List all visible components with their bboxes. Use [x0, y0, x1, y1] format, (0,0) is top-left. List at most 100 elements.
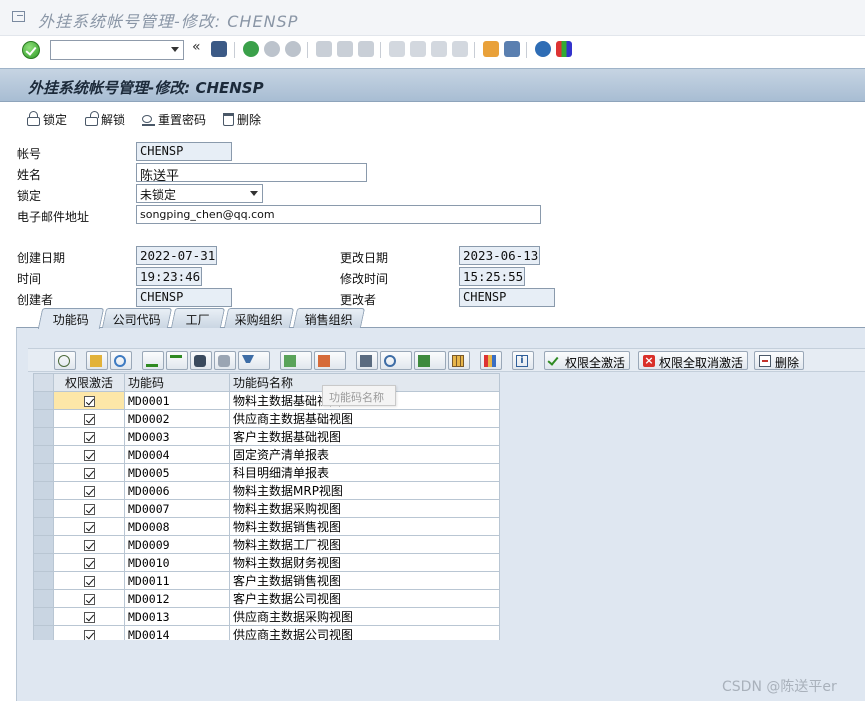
window-icon[interactable]	[12, 11, 25, 22]
function-code-cell[interactable]: MD0008	[124, 517, 230, 536]
row-selector[interactable]	[33, 553, 54, 572]
graphic-button[interactable]	[480, 351, 502, 370]
row-selector[interactable]	[33, 535, 54, 554]
first-page-icon[interactable]	[389, 41, 405, 57]
table-row[interactable]: MD0006 物料主数据MRP视图	[33, 481, 500, 500]
collapse-command-icon[interactable]: «	[192, 39, 201, 55]
help-icon[interactable]	[535, 41, 551, 57]
reset-password-button[interactable]: 重置密码	[142, 110, 206, 128]
active-checkbox[interactable]	[83, 449, 95, 461]
table-row[interactable]: MD0011 客户主数据销售视图	[33, 571, 500, 590]
next-page-icon[interactable]	[431, 41, 447, 57]
function-name-cell[interactable]: 物料主数据采购视图	[229, 499, 500, 518]
active-checkbox[interactable]	[83, 575, 95, 587]
last-page-icon[interactable]	[452, 41, 468, 57]
find-next-button[interactable]	[214, 351, 236, 370]
active-checkbox[interactable]	[83, 521, 95, 533]
find-icon[interactable]	[337, 41, 353, 57]
table-row[interactable]: MD0002 供应商主数据基础视图	[33, 409, 500, 428]
row-selector[interactable]	[33, 427, 54, 446]
layout-button[interactable]	[448, 351, 470, 370]
function-code-cell[interactable]: MD0012	[124, 589, 230, 608]
row-selector[interactable]	[33, 517, 54, 536]
active-checkbox[interactable]	[83, 413, 95, 425]
function-name-cell[interactable]: 客户主数据基础视图	[229, 427, 500, 446]
function-code-cell[interactable]: MD0002	[124, 409, 230, 428]
table-row[interactable]: MD0013 供应商主数据采购视图	[33, 607, 500, 626]
lock-button[interactable]: 锁定	[27, 110, 67, 128]
column-header-code[interactable]: 功能码	[124, 373, 230, 392]
save-icon[interactable]	[211, 41, 227, 57]
function-name-cell[interactable]: 供应商主数据基础视图	[229, 409, 500, 428]
unlock-button[interactable]: 解锁	[85, 110, 125, 128]
subtotal-button[interactable]	[314, 351, 346, 370]
active-checkbox-cell[interactable]	[53, 445, 125, 464]
function-code-cell[interactable]: MD0006	[124, 481, 230, 500]
function-code-cell[interactable]: MD0005	[124, 463, 230, 482]
new-session-icon[interactable]	[483, 41, 499, 57]
function-code-cell[interactable]: MD0011	[124, 571, 230, 590]
function-name-cell[interactable]: 客户主数据销售视图	[229, 571, 500, 590]
delete-row-button[interactable]: 删除	[754, 351, 805, 370]
table-row[interactable]: MD0004 固定资产清单报表	[33, 445, 500, 464]
function-code-cell[interactable]: MD0001	[124, 391, 230, 410]
find-next-icon[interactable]	[358, 41, 374, 57]
row-selector[interactable]	[33, 571, 54, 590]
tab-company-code[interactable]: 公司代码	[101, 308, 173, 328]
chevron-down-icon[interactable]	[250, 191, 258, 196]
print-icon[interactable]	[316, 41, 332, 57]
export-button[interactable]	[414, 351, 446, 370]
filter-button[interactable]	[238, 351, 270, 370]
table-row[interactable]: MD0005 科目明细清单报表	[33, 463, 500, 482]
function-name-cell[interactable]: 供应商主数据采购视图	[229, 607, 500, 626]
details-button[interactable]	[54, 351, 76, 370]
find-button[interactable]	[190, 351, 212, 370]
views-button[interactable]	[380, 351, 412, 370]
row-selector[interactable]	[33, 499, 54, 518]
active-checkbox-cell[interactable]	[53, 481, 125, 500]
active-checkbox-cell[interactable]	[53, 571, 125, 590]
row-selector[interactable]	[33, 391, 54, 410]
select-all-cell[interactable]	[33, 373, 54, 392]
info-button[interactable]: i	[512, 351, 534, 370]
active-checkbox-cell[interactable]	[53, 463, 125, 482]
active-checkbox[interactable]	[83, 629, 95, 641]
function-code-cell[interactable]: MD0009	[124, 535, 230, 554]
function-code-cell[interactable]: MD0007	[124, 499, 230, 518]
active-checkbox[interactable]	[83, 431, 95, 443]
customize-layout-icon[interactable]	[556, 41, 572, 57]
active-checkbox-cell[interactable]	[53, 427, 125, 446]
sum-button[interactable]	[280, 351, 312, 370]
tab-plant[interactable]: 工厂	[170, 308, 226, 328]
row-selector[interactable]	[33, 589, 54, 608]
active-checkbox-cell[interactable]	[53, 535, 125, 554]
function-name-cell[interactable]: 科目明细清单报表	[229, 463, 500, 482]
function-name-cell[interactable]: 客户主数据公司视图	[229, 589, 500, 608]
table-row[interactable]: MD0010 物料主数据财务视图	[33, 553, 500, 572]
deactivate-all-button[interactable]: × 权限全取消激活	[638, 351, 749, 370]
table-row[interactable]: MD0008 物料主数据销售视图	[33, 517, 500, 536]
back-icon[interactable]	[243, 41, 259, 57]
active-checkbox-cell[interactable]	[53, 499, 125, 518]
row-selector[interactable]	[33, 607, 54, 626]
column-header-active[interactable]: 权限激活	[53, 373, 125, 392]
function-code-cell[interactable]: MD0013	[124, 607, 230, 626]
sort-descending-button[interactable]	[166, 351, 188, 370]
active-checkbox-cell[interactable]	[53, 589, 125, 608]
chevron-down-icon[interactable]	[171, 47, 179, 52]
table-row[interactable]: MD0003 客户主数据基础视图	[33, 427, 500, 446]
table-row[interactable]: MD0012 客户主数据公司视图	[33, 589, 500, 608]
function-code-cell[interactable]: MD0010	[124, 553, 230, 572]
refresh-button[interactable]	[110, 351, 132, 370]
active-checkbox-cell[interactable]	[53, 391, 125, 410]
row-selector[interactable]	[33, 463, 54, 482]
function-code-cell[interactable]: MD0004	[124, 445, 230, 464]
shortcut-icon[interactable]	[504, 41, 520, 57]
print-preview-button[interactable]	[356, 351, 378, 370]
row-selector[interactable]	[33, 445, 54, 464]
function-code-cell[interactable]: MD0003	[124, 427, 230, 446]
table-row[interactable]: MD0009 物料主数据工厂视图	[33, 535, 500, 554]
active-checkbox[interactable]	[83, 467, 95, 479]
previous-page-icon[interactable]	[410, 41, 426, 57]
active-checkbox-cell[interactable]	[53, 517, 125, 536]
